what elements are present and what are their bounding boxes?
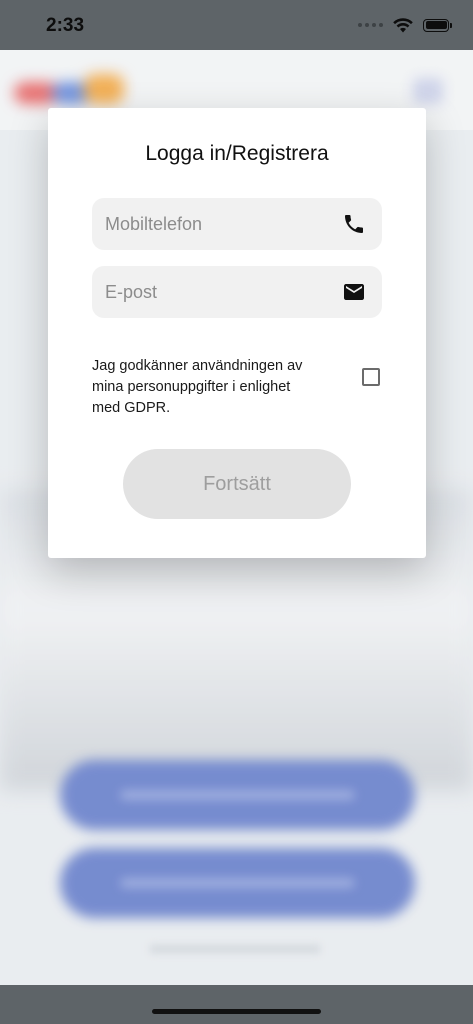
cellular-signal-icon bbox=[358, 23, 383, 27]
battery-icon bbox=[423, 18, 452, 32]
status-bar: 2:33 bbox=[0, 0, 473, 50]
mail-icon bbox=[344, 284, 364, 300]
home-indicator[interactable] bbox=[152, 1009, 321, 1014]
login-register-modal: Logga in/Registrera Jag godkänner använd… bbox=[48, 108, 426, 558]
phone-input[interactable] bbox=[105, 198, 325, 250]
status-time: 2:33 bbox=[46, 15, 85, 36]
wifi-icon bbox=[393, 17, 413, 32]
continue-button[interactable]: Fortsätt bbox=[123, 449, 351, 519]
gdpr-consent-text: Jag godkänner användningen av mina perso… bbox=[92, 358, 303, 416]
phone-field[interactable] bbox=[92, 198, 382, 250]
status-icons bbox=[358, 16, 452, 34]
gdpr-consent-checkbox[interactable] bbox=[362, 368, 380, 386]
modal-title: Logga in/Registrera bbox=[145, 142, 329, 165]
home-indicator-area bbox=[0, 985, 473, 1024]
phone-icon bbox=[345, 215, 363, 233]
email-input[interactable] bbox=[105, 266, 325, 318]
email-field[interactable] bbox=[92, 266, 382, 318]
